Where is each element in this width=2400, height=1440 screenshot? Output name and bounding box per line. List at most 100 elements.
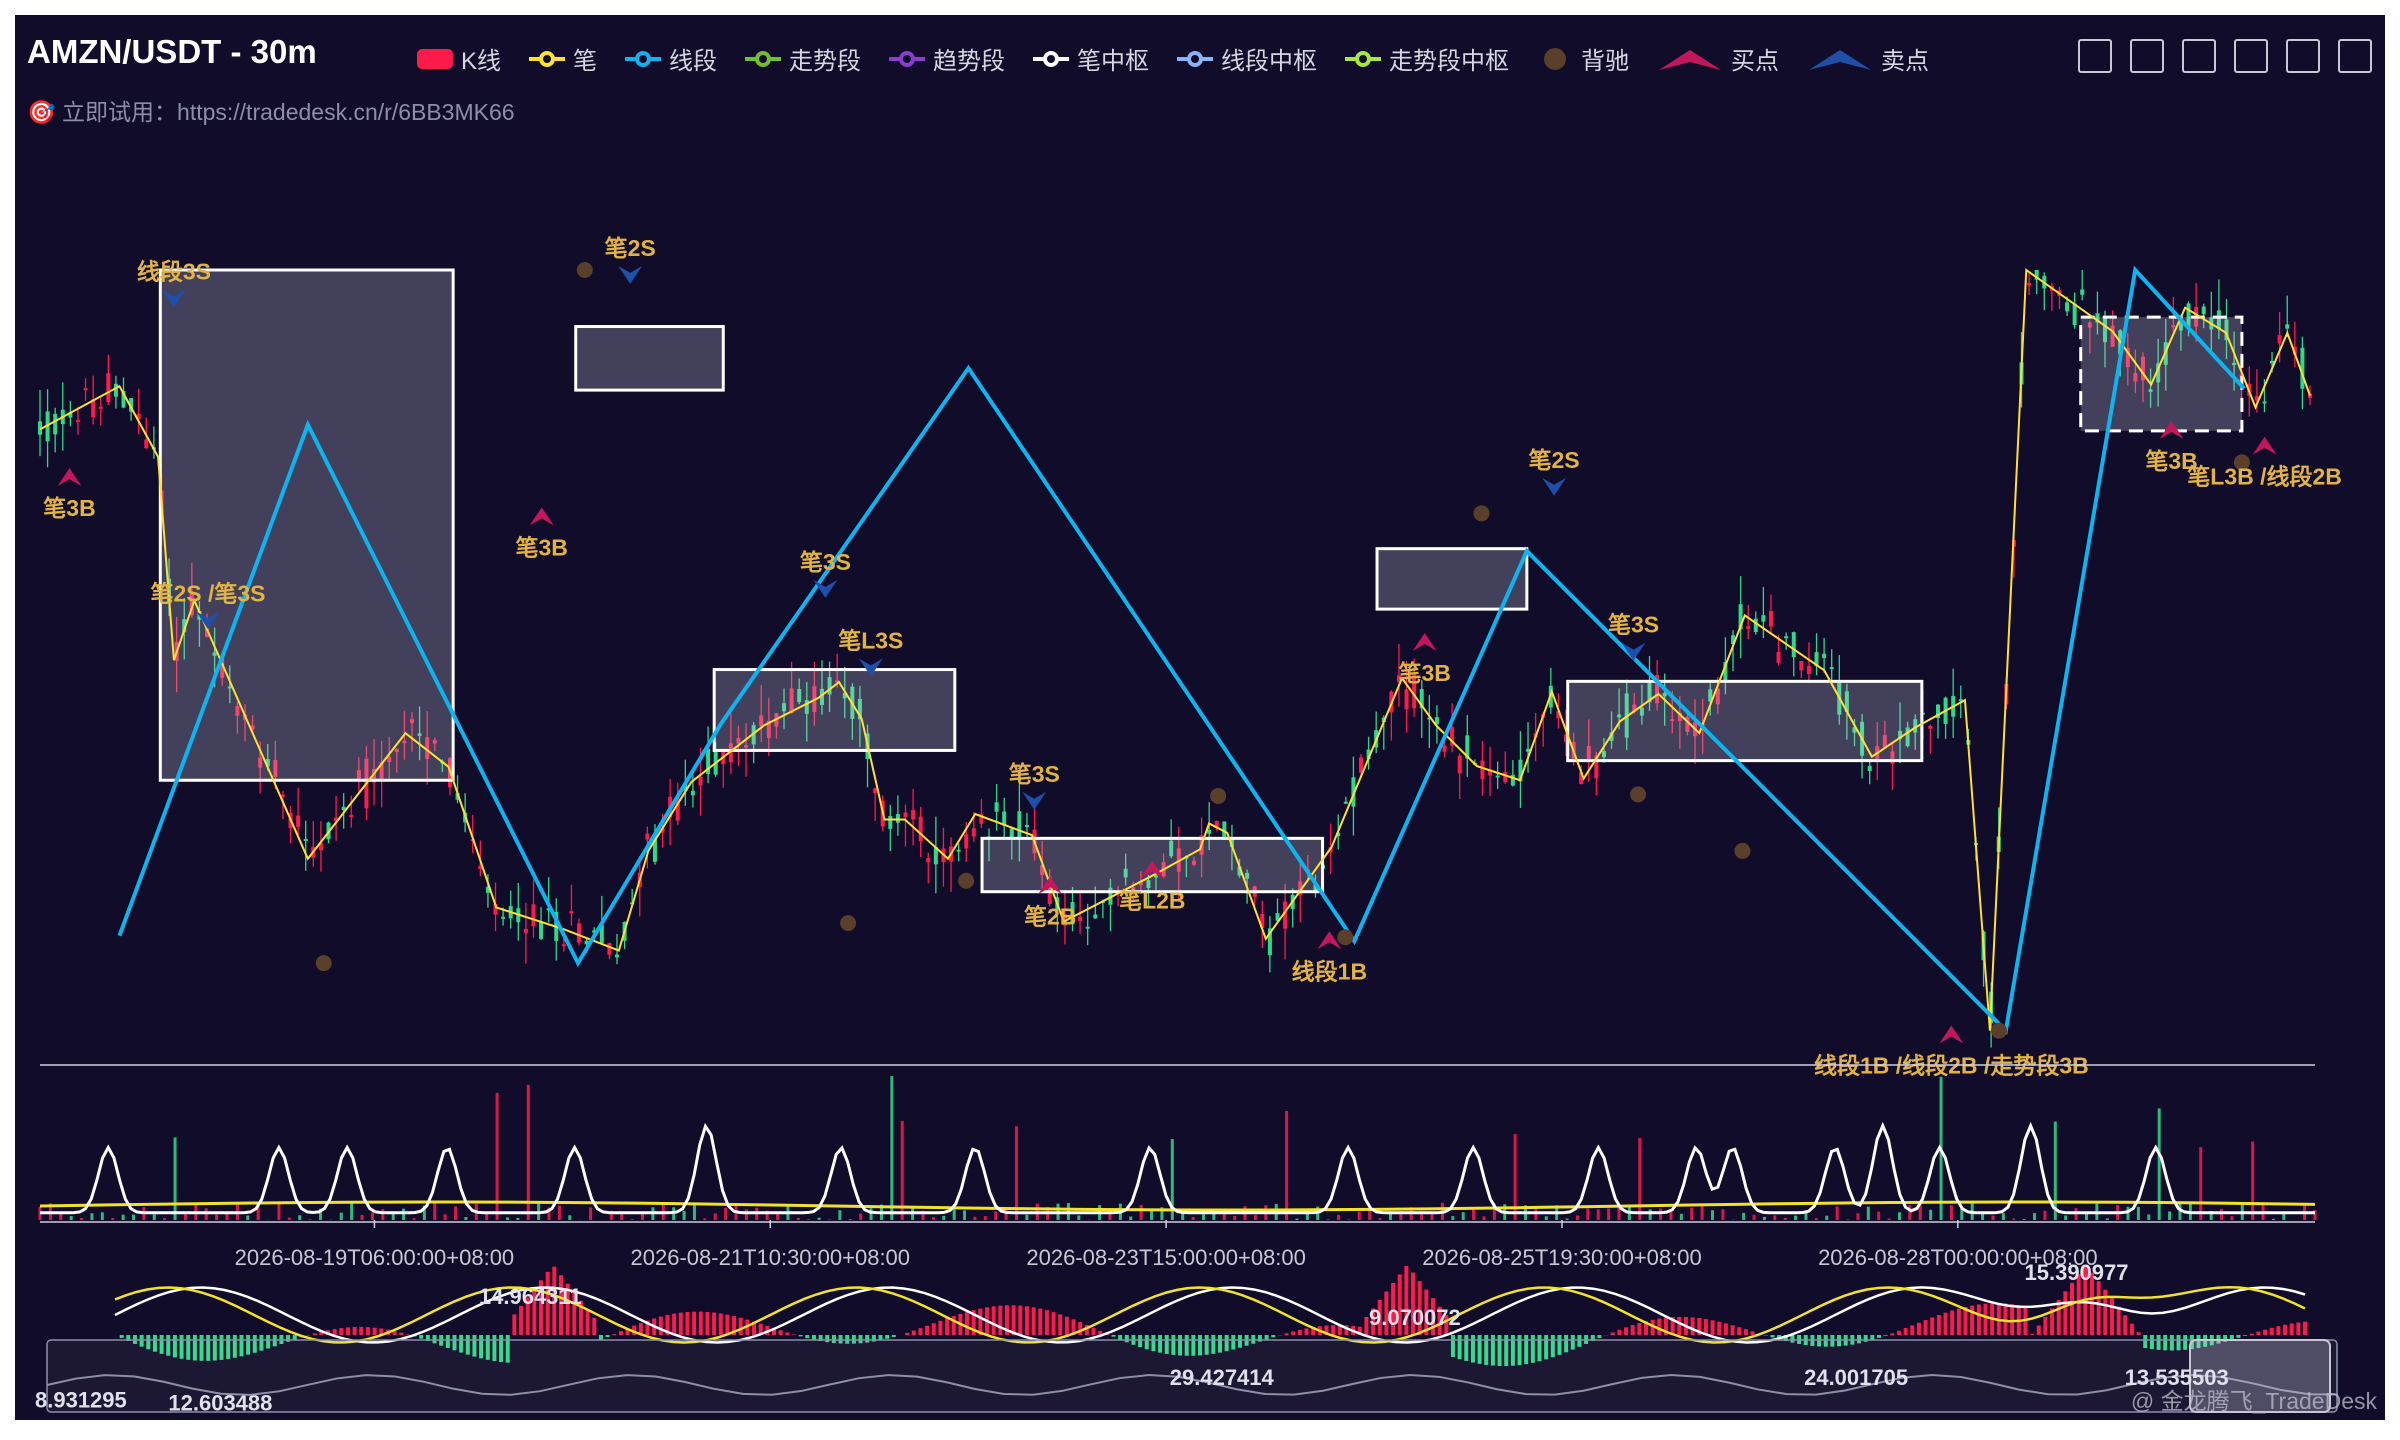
macd-bar — [2109, 1298, 2114, 1335]
macd-bar — [605, 1335, 610, 1338]
candle-body — [1343, 801, 1348, 804]
candle-body — [964, 834, 969, 849]
candle-body — [1761, 615, 1766, 622]
macd-bar — [1597, 1335, 1602, 1339]
volume-bar — [100, 1212, 104, 1220]
volume-bar — [744, 1209, 748, 1220]
macd-bar — [1031, 1307, 1036, 1335]
volume-bar — [942, 1215, 946, 1220]
divergence-dot — [958, 872, 975, 889]
candle-body — [2080, 289, 2085, 295]
volume-bar — [1700, 1204, 1704, 1220]
macd-bar — [2269, 1327, 2274, 1335]
volume-bar — [2230, 1216, 2234, 1220]
candle-body — [1791, 632, 1796, 658]
candle-body — [1784, 636, 1789, 639]
macd-bar — [2070, 1282, 2075, 1335]
volume-bar — [80, 1218, 84, 1220]
volume-indicator-line — [40, 1121, 2315, 1215]
legend-item[interactable]: 线段中枢 — [1175, 41, 1317, 76]
signal-label: 笔3B — [1398, 660, 1450, 686]
volume-bar — [1783, 1217, 1787, 1220]
legend-label: 笔中枢 — [1077, 48, 1150, 75]
candle-body — [690, 790, 695, 796]
legend-item[interactable]: 背驰 — [1535, 41, 1629, 76]
legend-item[interactable]: 笔 — [527, 41, 597, 76]
kline-chart[interactable]: 笔3B 线段3S 笔2S /笔3S 笔3B 笔2S 笔3S 笔L3S 笔3S 笔2B 笔L2B 线段… — [15, 15, 2385, 1420]
candle-body — [1822, 653, 1827, 659]
volume-bar — [339, 1212, 343, 1220]
legend-item[interactable]: 买点 — [1655, 41, 1779, 76]
volume-bar — [2220, 1208, 2224, 1220]
macd-bar — [2289, 1323, 2294, 1335]
polygon-icon[interactable] — [2234, 39, 2268, 73]
macd-bar — [1983, 1303, 1988, 1335]
volume-bar — [931, 1217, 935, 1220]
candle-body — [911, 810, 916, 820]
macd-bar — [1737, 1327, 1742, 1335]
legend-item[interactable]: K线 — [415, 41, 501, 76]
volume-bar — [1077, 1215, 1081, 1220]
macd-bar — [339, 1328, 344, 1335]
candle-body — [698, 776, 703, 786]
macd-bar — [1896, 1330, 1901, 1335]
reset-icon[interactable] — [2338, 39, 2372, 73]
legend-item[interactable]: 线段 — [623, 41, 717, 76]
x-tick-label: 2026-08-23T15:00:00+08:00 — [1026, 1245, 1306, 1270]
macd-bar — [1883, 1335, 1888, 1336]
volume-bar — [402, 1208, 406, 1220]
macd-bar — [612, 1334, 617, 1335]
volume-bar — [111, 1218, 115, 1220]
volume-bar — [1773, 1215, 1777, 1220]
volume-bar — [682, 1210, 686, 1220]
legend-item[interactable]: 走势段中枢 — [1343, 41, 1509, 76]
volume-bar — [2012, 1218, 2016, 1220]
legend-item[interactable]: 趋势段 — [887, 41, 1005, 76]
rect-select-icon[interactable] — [2182, 39, 2216, 73]
data-view-icon[interactable] — [2286, 39, 2320, 73]
volume-bar — [1648, 1209, 1652, 1220]
volume-bar — [568, 1215, 572, 1220]
candle-body — [895, 814, 900, 823]
volume-bar — [287, 1217, 291, 1220]
legend-label: 线段 — [669, 48, 718, 75]
signal-label: 笔2S /笔3S — [150, 580, 265, 606]
zoom-icon[interactable] — [2078, 39, 2112, 73]
candle-body — [1776, 651, 1781, 663]
volume-bar — [963, 1210, 967, 1220]
divergence-dot — [576, 262, 593, 278]
candle-body — [531, 904, 536, 927]
legend-item[interactable]: 走势段 — [743, 41, 861, 76]
macd-bar — [365, 1327, 370, 1335]
legend-item[interactable]: 卖点 — [1805, 41, 1929, 76]
legend-item[interactable]: 笔中枢 — [1031, 41, 1149, 76]
volume-bar — [360, 1214, 364, 1220]
macd-bar — [2043, 1316, 2048, 1335]
signal-label: 笔3S — [1009, 761, 1060, 787]
volume-ma-line — [39, 1200, 2316, 1212]
macd-bar — [1637, 1323, 1642, 1335]
volume-bar — [1586, 1208, 1590, 1220]
macd-bar — [2063, 1291, 2068, 1335]
lasso-icon[interactable] — [2130, 39, 2164, 73]
volume-bar — [2168, 1211, 2172, 1220]
candle-body — [1024, 825, 1029, 828]
macd-bar — [1331, 1325, 1336, 1335]
macd-bar — [1630, 1325, 1635, 1335]
bi-zhongshu-box — [574, 325, 725, 392]
buy-point-icon — [1412, 632, 1437, 651]
volume-bar — [1991, 1215, 1995, 1220]
candle-body — [645, 833, 650, 840]
volume-bar — [381, 1209, 385, 1220]
promo-link[interactable]: 🎯 立即试用：https://tradedesk.cn/r/6BB3MK66 — [27, 93, 515, 127]
signal-label: 笔L3S — [838, 627, 903, 653]
macd-bar — [1936, 1314, 1941, 1335]
toolbox — [2060, 39, 2372, 73]
volume-bar — [1835, 1206, 1839, 1220]
macd-bar — [1923, 1320, 1928, 1335]
volume-bar — [1472, 1208, 1476, 1220]
volume-bar — [246, 1215, 250, 1220]
volume-bar — [1721, 1209, 1725, 1220]
volume-bar — [1690, 1207, 1694, 1220]
macd-bar — [1970, 1305, 1975, 1335]
